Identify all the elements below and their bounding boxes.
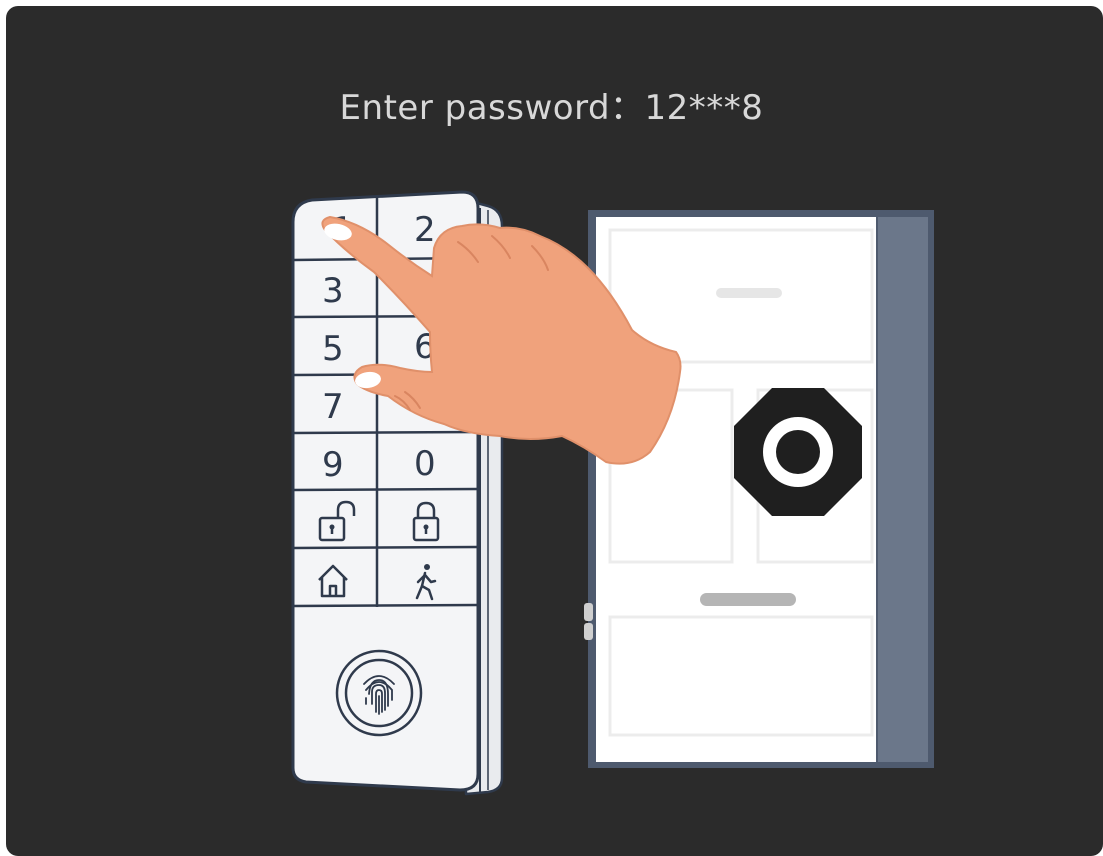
door-knob-icon: [734, 388, 862, 516]
key-5[interactable]: 5: [322, 329, 344, 369]
key-3[interactable]: 3: [322, 271, 344, 311]
key-9[interactable]: 9: [322, 445, 344, 485]
fingerprint-icon[interactable]: [335, 649, 423, 737]
key-2[interactable]: 2: [414, 210, 436, 250]
key-7[interactable]: 7: [322, 387, 344, 427]
door-lock-illustration: 1 2 3 4 5 6 7 8 9 0: [291, 190, 934, 796]
door-hinge-side: [878, 217, 928, 762]
key-0[interactable]: 0: [414, 444, 436, 484]
